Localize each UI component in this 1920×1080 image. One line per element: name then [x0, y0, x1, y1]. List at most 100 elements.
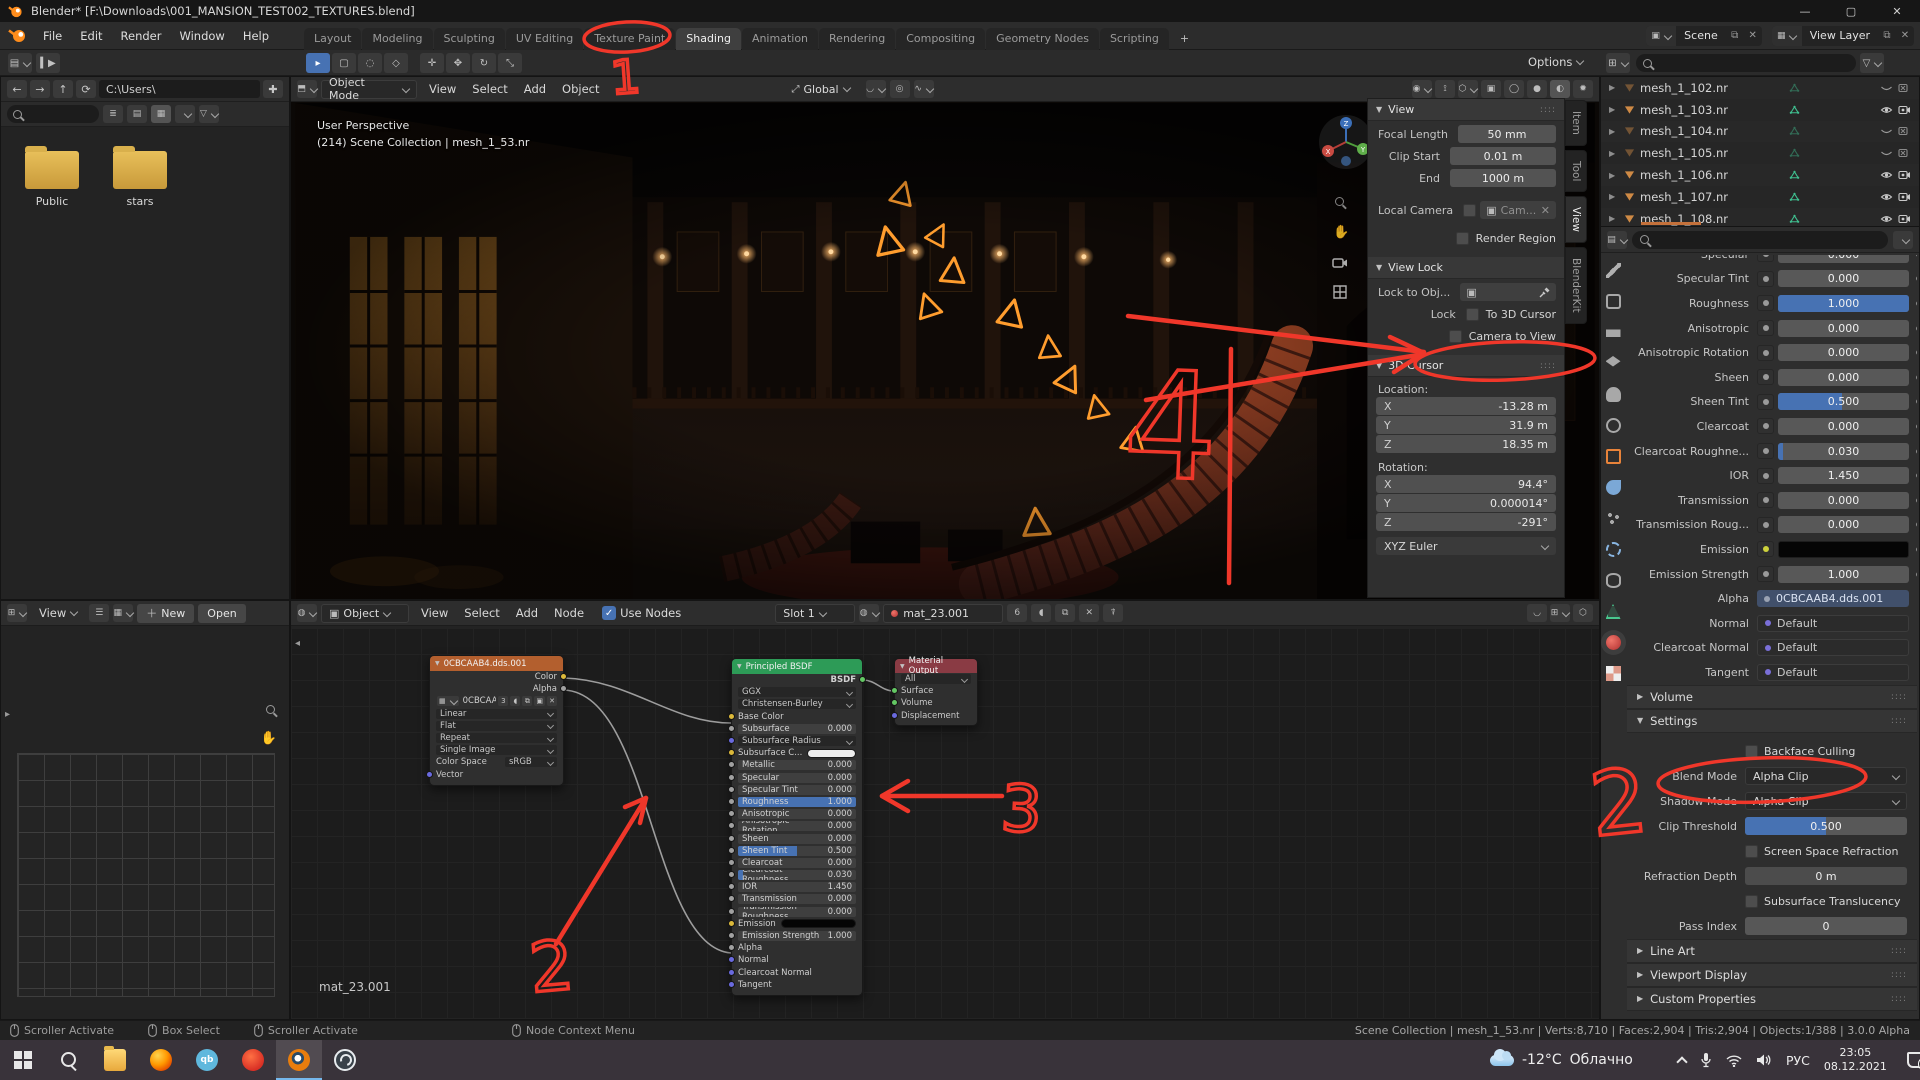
property-row[interactable]: Anisotropic Rotation 0.000 0.000 0.000	[1627, 340, 1917, 365]
shading-solid-icon[interactable]: ●	[1527, 80, 1547, 98]
input-socket-button[interactable]	[1757, 345, 1774, 361]
camera-view-icon[interactable]	[1332, 257, 1348, 269]
node-slider[interactable]: Transmission0.000	[738, 894, 856, 904]
property-row[interactable]: Clearcoat Normal Default Default Default	[1627, 636, 1917, 661]
region-toggle-icon[interactable]: ▸	[5, 709, 10, 720]
editor-type-icon[interactable]: ⊞	[7, 604, 27, 622]
expand-icon[interactable]: ▶	[1609, 171, 1619, 180]
property-row[interactable]: Sheen 0.000 0.000 0.000	[1627, 365, 1917, 390]
cursor-rotation-field[interactable]: Z-291°	[1376, 513, 1556, 531]
sidebar-tab[interactable]: Item	[1565, 100, 1587, 146]
render-disabled-icon[interactable]	[1898, 83, 1911, 93]
scale-tool-icon[interactable]: ⤡	[498, 53, 522, 73]
node-dropdown[interactable]: Subsurface Radius	[738, 736, 856, 746]
workspace-tab[interactable]: Animation	[742, 28, 818, 50]
mode-dropdown[interactable]: Object Mode	[321, 80, 417, 99]
keyframe-dot[interactable]	[1916, 572, 1917, 577]
object-name[interactable]: mesh_1_105.nr	[1640, 146, 1784, 160]
shadow-mode-dropdown[interactable]: Alpha Clip	[1745, 792, 1907, 810]
zoom-icon[interactable]	[1335, 195, 1344, 209]
property-row[interactable]: Roughness 1.000 1.000 1.000	[1627, 291, 1917, 316]
cursor-tool-icon[interactable]: ✛	[420, 53, 444, 73]
blender-app-icon[interactable]	[8, 28, 28, 44]
filebrowser-editor-icon[interactable]: ▤	[8, 53, 32, 73]
view-layer-unlink-icon[interactable]: ✕	[1896, 30, 1914, 41]
value-slider[interactable]: 0.000	[1778, 320, 1909, 337]
outliner-row[interactable]: ▶ mesh_1_107.nr	[1601, 186, 1919, 208]
keyframe-dot[interactable]	[1916, 522, 1917, 527]
default-field[interactable]: Default	[1757, 615, 1909, 632]
taskbar-app-icon[interactable]: qb	[184, 1040, 230, 1080]
refresh-icon[interactable]: ⟳	[76, 80, 96, 98]
value-slider[interactable]: 0.000	[1778, 270, 1909, 287]
input-socket-button[interactable]	[1757, 492, 1774, 508]
node-input-row[interactable]: Subsurface Radius Subsurface Radius Subs…	[732, 735, 862, 747]
node-input-row[interactable]: Clearcoat0.000 Clearcoat Clearcoat	[732, 857, 862, 869]
input-socket-button[interactable]	[1757, 418, 1774, 434]
outliner-display-mode-icon[interactable]: ⊞	[1606, 53, 1630, 73]
node-input-row[interactable]: Alpha Alpha Alpha	[732, 942, 862, 954]
input-socket-button[interactable]	[1757, 541, 1774, 557]
move-tool-icon[interactable]: ✥	[446, 53, 470, 73]
image-view-menu[interactable]: View	[31, 606, 85, 620]
view-layer-name[interactable]: View Layer	[1802, 29, 1878, 42]
notification-center-icon[interactable]: 2	[1907, 1052, 1920, 1068]
camera-to-view-checkbox[interactable]	[1449, 330, 1462, 343]
blend-mode-dropdown[interactable]: Alpha Clip	[1745, 767, 1907, 785]
node-dropdown-row[interactable]: Repeat	[430, 732, 563, 744]
object-name[interactable]: mesh_1_103.nr	[1640, 103, 1784, 117]
view-layer-icon[interactable]: ▦	[1772, 26, 1802, 46]
select-lasso-icon[interactable]: ◇	[384, 53, 408, 73]
properties-tab[interactable]	[1601, 503, 1625, 534]
cursor-panel-header[interactable]: ▼3D Cursor::::	[1368, 355, 1564, 377]
sidebar-tab[interactable]: Tool	[1565, 150, 1587, 192]
orientation-dropdown[interactable]: Global	[804, 83, 850, 96]
language-indicator[interactable]: РУС	[1786, 1053, 1810, 1068]
backface-culling-checkbox[interactable]	[1745, 745, 1758, 758]
node-input-row[interactable]: Subsurface C... Subsurface C... Subsurfa…	[732, 747, 862, 759]
node-slider[interactable]: Anisotropic Rotation0.000	[738, 821, 856, 831]
scene-copy-icon[interactable]: ⧉	[1726, 30, 1744, 41]
local-camera-checkbox[interactable]	[1463, 204, 1476, 217]
node-dropdown-row[interactable]: Flat	[430, 720, 563, 732]
collapsed-panel-header[interactable]: ▶Custom Properties::::	[1627, 987, 1917, 1011]
image-users-count[interactable]: 3	[498, 696, 508, 706]
hide-eye-icon[interactable]	[1880, 105, 1893, 115]
refraction-depth-field[interactable]: 0 m	[1745, 867, 1907, 885]
folder-item[interactable]: stars	[109, 151, 171, 208]
keyframe-dot[interactable]	[1916, 375, 1917, 380]
open-image-button[interactable]: Open	[198, 604, 245, 623]
focal-length-field[interactable]: 50 mm	[1458, 125, 1556, 143]
node-menu-item[interactable]: Add	[508, 606, 546, 620]
taskbar-app-icon[interactable]	[46, 1040, 92, 1080]
overlay-toggle-icon[interactable]: ⬡	[1573, 604, 1593, 622]
property-row[interactable]: Clearcoat 0.000 0.000 0.000	[1627, 414, 1917, 439]
property-row[interactable]: Specular Tint 0.000 0.000 0.000	[1627, 267, 1917, 292]
sss-checkbox[interactable]	[1745, 895, 1758, 908]
node-input-row[interactable]: Anisotropic Rotation0.000 Anisotropic Ro…	[732, 820, 862, 832]
node-menu-item[interactable]: Node	[546, 606, 592, 620]
select-circle-icon[interactable]: ◌	[358, 53, 382, 73]
editor-type-icon[interactable]: ⬒	[297, 80, 317, 98]
node-input-row[interactable]: Anisotropic0.000 Anisotropic Anisotropic	[732, 808, 862, 820]
color-swatch[interactable]	[1778, 541, 1909, 558]
vector-input-socket[interactable]: Vector	[430, 769, 563, 781]
taskbar-app-icon[interactable]	[322, 1040, 368, 1080]
snap-node-icon[interactable]: ◡	[1527, 604, 1547, 622]
node-slider[interactable]: Sheen Tint0.500	[738, 846, 856, 856]
node-input-row[interactable]: Emission Emission Emission	[732, 918, 862, 930]
properties-tab[interactable]	[1601, 286, 1625, 317]
node-output-socket[interactable]: Alpha	[430, 683, 563, 695]
properties-tab[interactable]	[1601, 627, 1625, 658]
keyframe-dot[interactable]	[1916, 326, 1917, 331]
scene-browse-icon[interactable]: ▣	[1646, 26, 1676, 46]
value-slider[interactable]: 1.000	[1778, 566, 1909, 583]
filebrowser-bookmark-icon[interactable]: ▍▶	[36, 53, 60, 73]
outliner-filter-icon[interactable]: ▽	[1860, 53, 1884, 73]
properties-tab[interactable]	[1601, 441, 1625, 472]
cursor-rotation-field[interactable]: Y0.000014°	[1376, 494, 1556, 512]
rotate-tool-icon[interactable]: ↻	[472, 53, 496, 73]
node-slider[interactable]: IOR1.450	[738, 882, 856, 892]
node-input-row[interactable]: Normal Normal Normal	[732, 954, 862, 966]
property-row[interactable]: Transmission Roug... 0.000 0.000 0.000	[1627, 513, 1917, 538]
